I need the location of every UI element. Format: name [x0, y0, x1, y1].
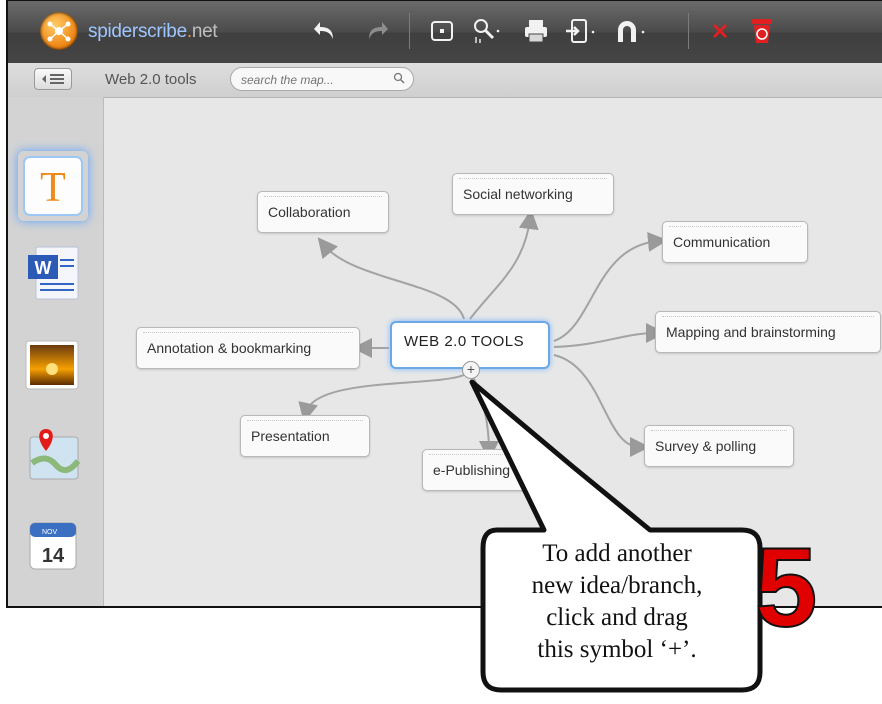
callout-line: new idea/branch,: [531, 572, 703, 599]
step-number: 5: [754, 525, 818, 650]
callout-text: To add another new idea/branch, click an…: [493, 538, 741, 666]
callout-line: To add another: [542, 540, 692, 567]
callout-line: click and drag: [546, 604, 688, 631]
callout-line: this symbol ‘+’.: [537, 636, 697, 663]
callout-bubble: [469, 379, 763, 693]
